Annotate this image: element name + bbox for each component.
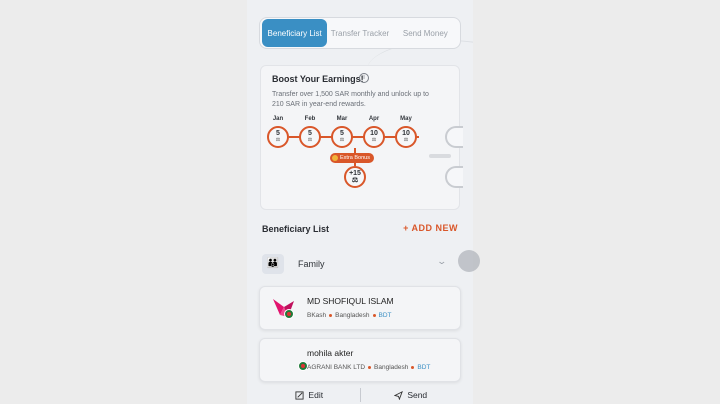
beneficiary-country: Bangladesh bbox=[374, 364, 409, 371]
month-circle-jan: 5 ⚖ bbox=[267, 126, 289, 148]
beneficiary-country: Bangladesh bbox=[335, 312, 370, 319]
month-circle-mar: 5 ⚖ bbox=[331, 126, 353, 148]
beneficiary-details: AGRANI BANK LTD Bangladesh BDT bbox=[307, 364, 430, 371]
coin-icon: ⚖ bbox=[275, 137, 281, 143]
chevron-down-icon: ⌄ bbox=[436, 256, 448, 266]
beneficiary-list-title: Beneficiary List bbox=[262, 224, 330, 234]
month-circle-may: 10 ⚖ bbox=[395, 126, 417, 148]
beneficiary-card[interactable]: mohila akter AGRANI BANK LTD Bangladesh … bbox=[259, 338, 461, 382]
bonus-circle: +15 ⚖ bbox=[344, 166, 366, 188]
beneficiary-name: mohila akter bbox=[307, 348, 354, 358]
month-label-may: May bbox=[400, 116, 412, 122]
coin-icon: ⚖ bbox=[351, 177, 359, 184]
month-circle-apr: 10 ⚖ bbox=[363, 126, 385, 148]
grey-connector bbox=[429, 154, 451, 158]
month-label-mar: Mar bbox=[336, 116, 348, 122]
send-icon bbox=[394, 390, 404, 400]
separator-dot bbox=[372, 314, 376, 317]
floating-bubble[interactable] bbox=[458, 250, 480, 272]
tab-send-money[interactable]: Send Money bbox=[393, 19, 458, 47]
boost-description: Transfer over 1,500 SAR monthly and unlo… bbox=[272, 91, 429, 108]
beneficiary-provider: AGRANI BANK LTD bbox=[307, 364, 366, 371]
tab-transfer-tracker[interactable]: Transfer Tracker bbox=[327, 19, 392, 47]
beneficiary-provider: BKash bbox=[307, 312, 327, 319]
tab-beneficiary-list[interactable]: Beneficiary List bbox=[262, 19, 328, 47]
extra-bonus-badge: Extra Bonus bbox=[330, 153, 374, 163]
family-icon: 👪 bbox=[262, 254, 284, 274]
separator-dot bbox=[411, 366, 415, 369]
month-value-jan: 5 bbox=[276, 130, 280, 137]
boost-title: Boost Your Earnings! bbox=[272, 74, 364, 84]
month-label-jan: Jan bbox=[272, 116, 284, 122]
month-circle-feb: 5 ⚖ bbox=[299, 126, 321, 148]
beneficiary-details: BKash Bangladesh BDT bbox=[307, 312, 392, 319]
send-button[interactable]: Send bbox=[361, 386, 462, 404]
next-bonus-circle bbox=[445, 166, 463, 188]
next-month-circle bbox=[445, 126, 463, 148]
coin-icon: ⚖ bbox=[339, 137, 345, 143]
separator-dot bbox=[368, 366, 372, 369]
edit-button[interactable]: Edit bbox=[259, 386, 360, 404]
beneficiary-actions: Edit Send bbox=[259, 386, 461, 404]
info-icon[interactable]: i bbox=[359, 73, 369, 83]
month-label-apr: Apr bbox=[368, 116, 380, 122]
tab-bar: Beneficiary List Transfer Tracker Send M… bbox=[259, 17, 461, 49]
boost-earnings-card: Boost Your Earnings! i Transfer over 1,5… bbox=[260, 65, 463, 210]
month-value-feb: 5 bbox=[308, 130, 312, 137]
coin-icon: ⚖ bbox=[371, 137, 377, 143]
send-label: Send bbox=[407, 390, 428, 400]
phone-screen: Beneficiary List Transfer Tracker Send M… bbox=[247, 0, 473, 404]
coin-icon: ⚖ bbox=[403, 137, 409, 143]
separator-dot bbox=[329, 314, 333, 317]
beneficiary-name: MD SHOFIQUL ISLAM bbox=[307, 296, 394, 306]
edit-icon bbox=[295, 390, 304, 400]
monthly-progress: Jan 5 ⚖ Feb 5 ⚖ Mar 5 ⚖ Apr 10 ⚖ May 10 ⚖ Ext… bbox=[261, 116, 463, 196]
family-group-dropdown[interactable]: 👪 Family ⌄ bbox=[262, 252, 458, 276]
month-label-feb: Feb bbox=[304, 116, 316, 122]
add-new-button[interactable]: + ADD NEW bbox=[403, 223, 458, 233]
beneficiary-currency: BDT bbox=[378, 312, 392, 319]
coin-icon bbox=[332, 155, 338, 161]
coin-icon: ⚖ bbox=[307, 137, 313, 143]
bangladesh-flag-icon bbox=[284, 309, 294, 319]
extra-bonus-label: Extra Bonus bbox=[340, 155, 370, 161]
bonus-value: +15 bbox=[349, 170, 361, 177]
screen: Beneficiary List Transfer Tracker Send M… bbox=[0, 0, 720, 404]
beneficiary-card[interactable]: MD SHOFIQUL ISLAM BKash Bangladesh BDT bbox=[259, 286, 461, 330]
edit-label: Edit bbox=[308, 390, 324, 400]
month-value-apr: 10 bbox=[370, 130, 378, 137]
month-value-may: 10 bbox=[402, 130, 410, 137]
beneficiary-currency: BDT bbox=[417, 364, 431, 371]
month-value-mar: 5 bbox=[340, 130, 344, 137]
family-group-label: Family bbox=[298, 259, 325, 269]
